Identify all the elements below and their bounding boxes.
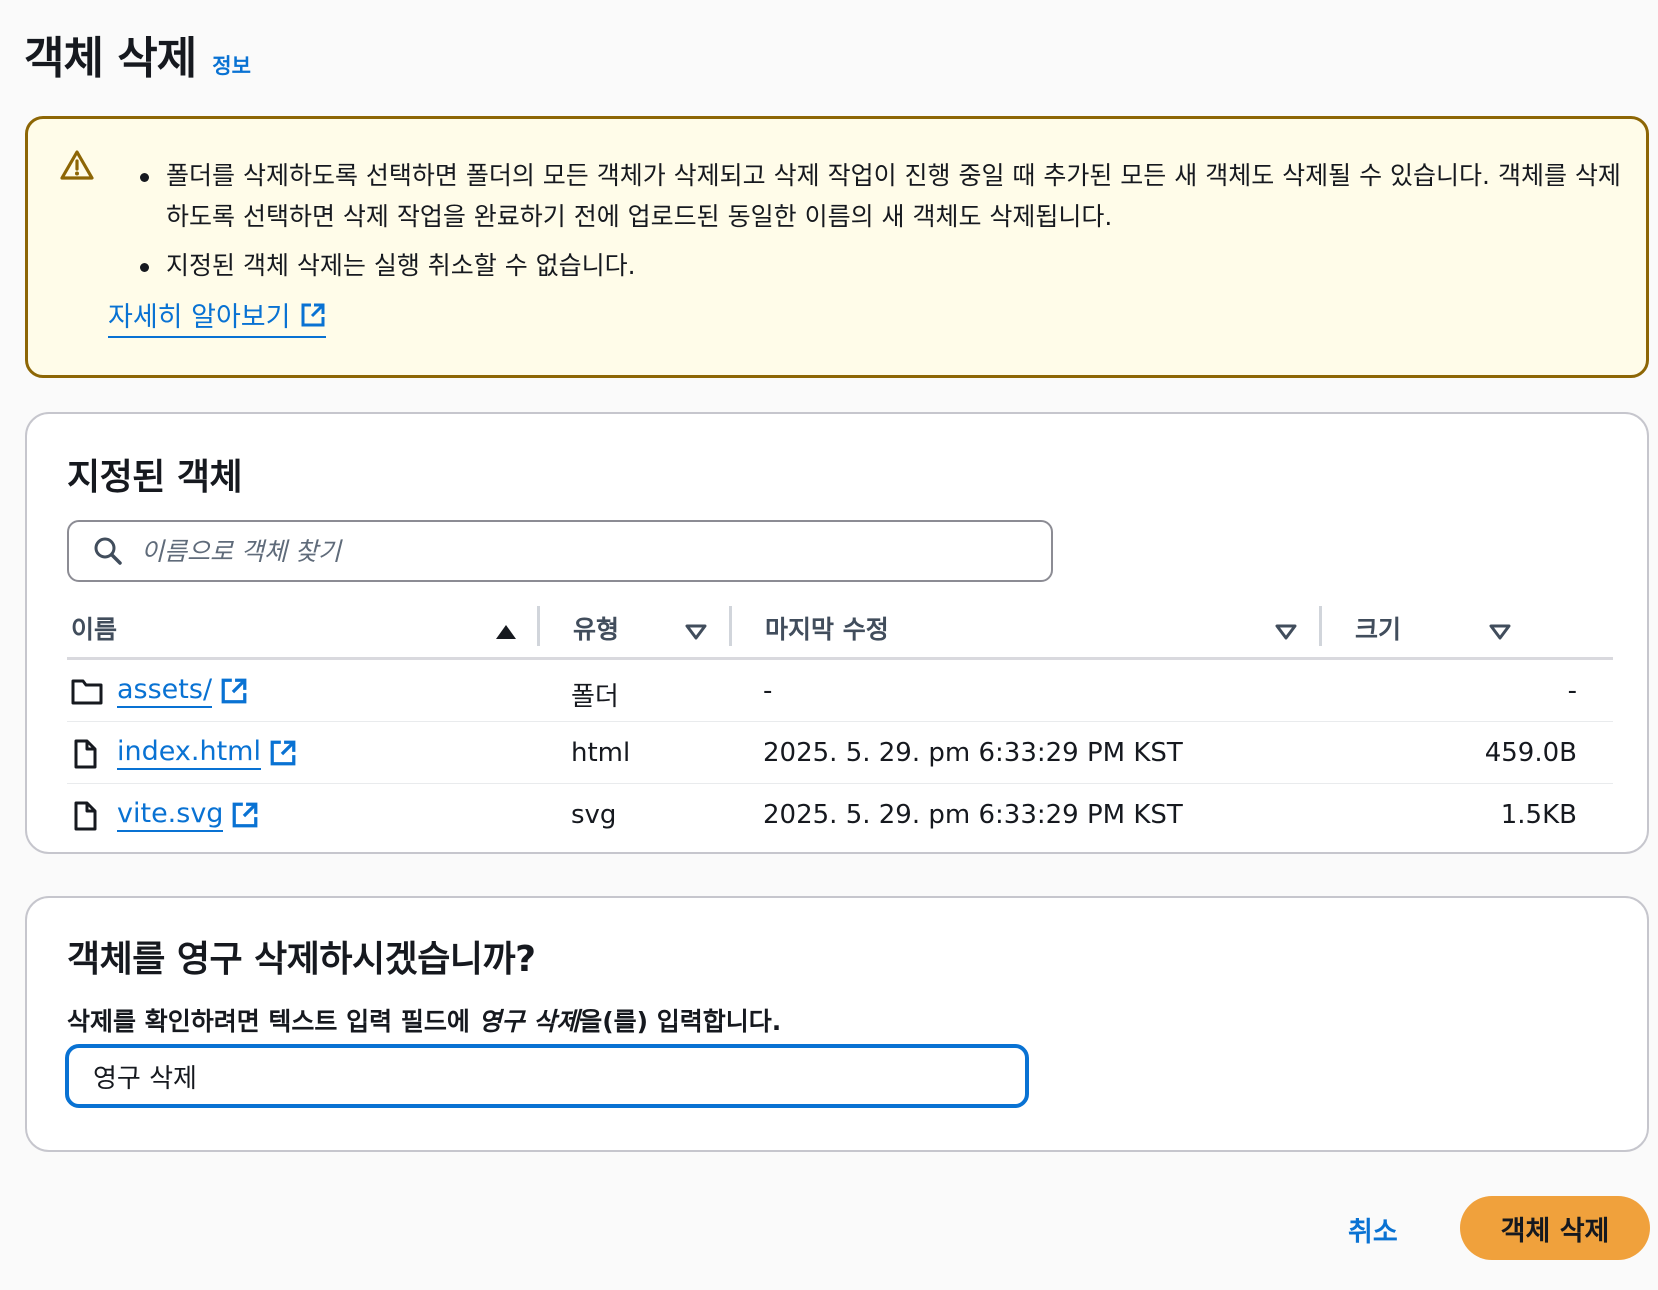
- confirm-panel-title: 객체를 영구 삭제하시겠습니까?: [67, 939, 536, 980]
- object-search: [67, 520, 1053, 582]
- column-header-modified[interactable]: 마지막 수정: [765, 610, 889, 646]
- object-type: 폴더: [571, 682, 619, 712]
- objects-panel-title: 지정된 객체: [67, 457, 243, 498]
- sort-descending-icon[interactable]: [1275, 624, 1297, 640]
- specified-objects-panel: 지정된 객체 이름 유형 마지막 수정 크기 assets/: [25, 412, 1649, 854]
- warning-alert: 폴더를 삭제하도록 선택하면 폴더의 모든 객체가 삭제되고 삭제 작업이 진행…: [25, 116, 1649, 378]
- table-row: assets/ 폴더 - -: [67, 660, 1613, 722]
- column-divider[interactable]: [729, 606, 732, 646]
- column-divider[interactable]: [537, 606, 540, 646]
- sort-descending-icon[interactable]: [1489, 624, 1511, 640]
- object-size: 459.0B: [1484, 738, 1577, 768]
- table-header: 이름 유형 마지막 수정 크기: [67, 600, 1613, 660]
- object-type: svg: [571, 800, 617, 830]
- confirm-instruction-post: 을(를) 입력합니다.: [579, 1007, 782, 1036]
- file-icon: [74, 801, 97, 831]
- object-modified: -: [763, 676, 773, 706]
- table-row: vite.svg svg 2025. 5. 29. pm 6:33:29 PM …: [67, 784, 1613, 846]
- external-link-icon: [221, 678, 247, 704]
- object-name: assets/: [117, 674, 213, 708]
- table-row: index.html html 2025. 5. 29. pm 6:33:29 …: [67, 722, 1613, 784]
- object-size: -: [1567, 676, 1577, 706]
- cancel-button[interactable]: 취소: [1348, 1210, 1398, 1249]
- object-modified: 2025. 5. 29. pm 6:33:29 PM KST: [763, 800, 1183, 830]
- object-size: 1.5KB: [1500, 800, 1577, 830]
- external-link-icon: [301, 303, 325, 326]
- external-link-icon: [233, 802, 258, 828]
- warning-bullet: 폴더를 삭제하도록 선택하면 폴더의 모든 객체가 삭제되고 삭제 작업이 진행…: [136, 155, 1636, 237]
- folder-icon: [71, 679, 103, 705]
- object-name: index.html: [117, 736, 261, 770]
- confirm-keyword: 영구 삭제: [478, 1007, 580, 1036]
- object-type: html: [571, 738, 631, 768]
- column-divider[interactable]: [1319, 606, 1322, 646]
- object-link[interactable]: vite.svg: [117, 798, 259, 832]
- warning-icon: [60, 150, 94, 180]
- objects-table: 이름 유형 마지막 수정 크기 assets/ 폴더 - - index.htm…: [67, 600, 1613, 846]
- column-header-size[interactable]: 크기: [1355, 610, 1401, 646]
- confirm-text-input[interactable]: [65, 1044, 1029, 1108]
- object-modified: 2025. 5. 29. pm 6:33:29 PM KST: [763, 738, 1183, 768]
- column-header-type[interactable]: 유형: [573, 610, 619, 646]
- learn-more-link[interactable]: 자세히 알아보기: [108, 295, 327, 338]
- confirm-instruction-pre: 삭제를 확인하려면 텍스트 입력 필드에: [67, 1007, 479, 1036]
- object-link[interactable]: index.html: [117, 736, 297, 770]
- delete-objects-button[interactable]: 객체 삭제: [1460, 1196, 1650, 1260]
- confirm-instruction: 삭제를 확인하려면 텍스트 입력 필드에 영구 삭제을(를) 입력합니다.: [67, 1002, 781, 1038]
- external-link-icon: [270, 740, 296, 766]
- object-name: vite.svg: [117, 798, 224, 832]
- sort-descending-icon[interactable]: [685, 624, 707, 640]
- search-input[interactable]: [141, 536, 1021, 566]
- info-link[interactable]: 정보: [212, 50, 251, 80]
- sort-ascending-icon[interactable]: [495, 624, 517, 640]
- object-link[interactable]: assets/: [117, 674, 248, 708]
- learn-more-label: 자세히 알아보기: [108, 302, 291, 333]
- page-header: 객체 삭제 정보: [24, 22, 251, 86]
- confirm-delete-panel: 객체를 영구 삭제하시겠습니까? 삭제를 확인하려면 텍스트 입력 필드에 영구…: [25, 896, 1649, 1152]
- warning-bullet: 지정된 객체 삭제는 실행 취소할 수 없습니다.: [136, 245, 1636, 286]
- warning-list: 폴더를 삭제하도록 선택하면 폴더의 모든 객체가 삭제되고 삭제 작업이 진행…: [136, 155, 1636, 294]
- page-title: 객체 삭제: [24, 33, 197, 84]
- search-icon: [94, 537, 122, 565]
- file-icon: [74, 739, 97, 769]
- column-header-name[interactable]: 이름: [71, 610, 117, 646]
